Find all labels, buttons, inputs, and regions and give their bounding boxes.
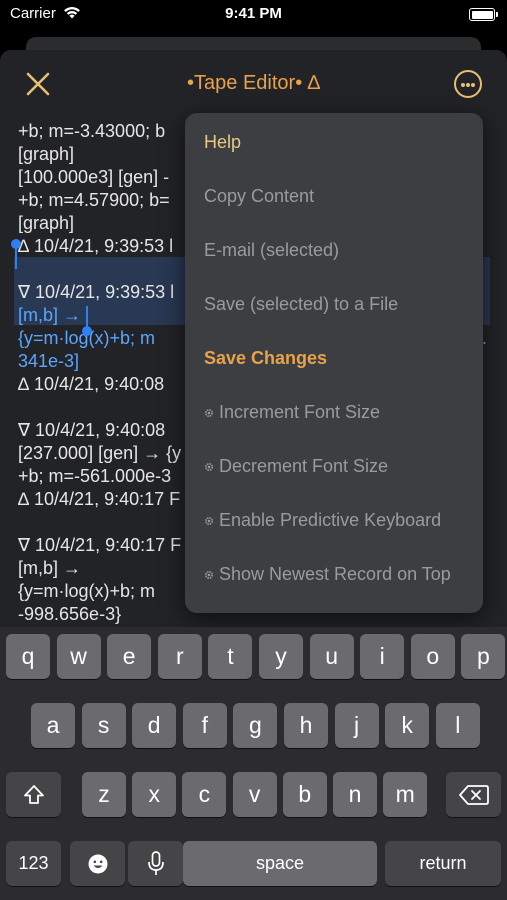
key-o[interactable]: o [410,634,455,679]
ellipsis-dot [466,83,470,87]
keyboard: q w e r t y u i o p a s d f g h j k l z x c v b n m 123 space return [0,627,507,900]
microphone-key[interactable] [128,841,183,886]
selection-start-handle[interactable] [11,239,21,269]
menu-item-label: E-mail (selected) [204,240,340,260]
page-title: •Tape Editor• ∆ [187,72,320,94]
key-j[interactable]: j [334,703,379,748]
menu-item-increment-font-size[interactable]: Increment Font Size [185,385,483,439]
key-e[interactable]: e [107,634,152,679]
key-r[interactable]: r [157,634,202,679]
microphone-icon [147,851,164,875]
key-l[interactable]: l [435,703,480,748]
key-u[interactable]: u [309,634,354,679]
key-k[interactable]: k [385,703,430,748]
ellipsis-circle-icon [461,83,465,87]
nav-bar: •Tape Editor• ∆ [0,50,507,116]
selection-end-handle[interactable] [82,306,92,336]
key-d[interactable]: d [132,703,177,748]
space-key[interactable]: space [183,841,377,886]
key-f[interactable]: f [182,703,227,748]
delete-key[interactable] [446,772,501,817]
menu-item-save-to-file[interactable]: Save (selected) to a File [185,277,483,331]
menu-item-copy-content[interactable]: Copy Content [185,169,483,223]
gear-bullet-icon [204,516,214,526]
menu-item-save-changes[interactable]: Save Changes [185,331,483,385]
key-s[interactable]: s [81,703,126,748]
key-t[interactable]: t [208,634,253,679]
menu-item-label: Save Changes [204,348,328,368]
delete-icon [458,785,489,805]
menu-item-label: Help [204,132,242,152]
shift-icon [23,785,44,804]
menu-item-label: Enable Predictive Keyboard [219,510,442,530]
key-q[interactable]: q [6,634,50,679]
battery-icon [469,8,498,21]
gear-bullet-icon [204,570,214,580]
key-z[interactable]: z [82,772,126,817]
gear-bullet-icon [204,408,214,418]
shift-key[interactable] [6,772,61,817]
menu-item-label: Show Newest Record on Top [219,564,451,584]
menu-item-label: Save (selected) to a File [204,294,399,314]
key-g[interactable]: g [233,703,278,748]
return-key[interactable]: return [385,841,501,886]
gear-bullet-icon [204,462,214,472]
key-b[interactable]: b [282,772,327,817]
menu-item-label: Decrement Font Size [219,456,389,476]
key-v[interactable]: v [232,772,277,817]
more-options-button[interactable] [454,70,482,98]
key-c[interactable]: c [182,772,227,817]
emoji-key[interactable] [70,841,125,886]
key-y[interactable]: y [259,634,303,679]
key-w[interactable]: w [56,634,101,679]
key-i[interactable]: i [360,634,405,679]
menu-item-label: Increment Font Size [219,402,381,422]
key-a[interactable]: a [31,703,75,748]
ellipsis-dot [471,83,475,87]
emoji-icon [88,854,107,874]
menu-item-label: Copy Content [204,186,315,206]
key-p[interactable]: p [461,634,506,679]
numbers-key[interactable]: 123 [6,841,61,886]
menu-item-email-selected[interactable]: E-mail (selected) [185,223,483,277]
key-n[interactable]: n [333,772,377,817]
menu-item-decrement-font-size[interactable]: Decrement Font Size [185,439,483,493]
key-m[interactable]: m [383,772,428,817]
status-bar: Carrier 9:41 PM [0,0,507,32]
menu-item-enable-predictive-keyboard[interactable]: Enable Predictive Keyboard [185,493,483,547]
options-menu: Help Copy Content E-mail (selected) Save (s… [185,113,483,613]
menu-item-help[interactable]: Help [185,115,483,169]
menu-item-show-newest-on-top[interactable]: Show Newest Record on Top [185,547,483,601]
key-x[interactable]: x [132,772,177,817]
key-h[interactable]: h [284,703,328,748]
clock: 9:41 PM [225,5,282,22]
